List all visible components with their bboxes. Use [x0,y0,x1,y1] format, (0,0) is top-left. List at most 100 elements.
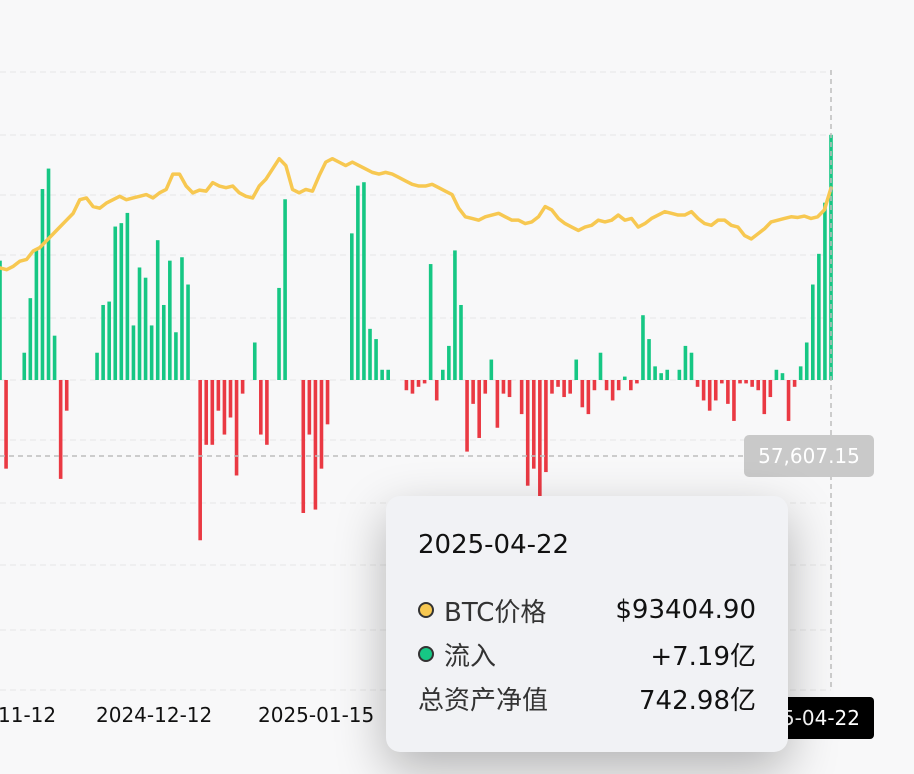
tooltip-label: BTC价格 [444,597,547,628]
inflow-bar-positive [659,373,663,380]
inflow-bar-positive [441,369,445,380]
inflow-bar-negative [319,380,324,469]
inflow-bar-positive [368,328,372,380]
inflow-bar-negative [501,380,506,394]
tooltip-value: $93404.90 [615,595,756,625]
inflow-bar-negative [768,380,773,398]
inflow-bar-negative [301,380,306,513]
inflow-bar-positive [780,373,785,380]
inflow-bar-negative [556,380,560,387]
inflow-bar-negative [422,380,427,384]
inflow-bar-negative [562,380,566,398]
inflow-bar-negative [610,380,615,401]
inflow-bar-positive [362,182,366,380]
crosshair-y-value-label: 57,607.15 [744,435,874,477]
inflow-bar-negative [738,380,742,384]
inflow-bar-negative [586,380,591,415]
inflow-bar-positive [40,189,45,380]
inflow-bar-positive [180,257,184,380]
inflow-bar-negative [550,380,554,394]
inflow-bar-positive [283,199,287,380]
inflow-bar-negative [695,380,700,387]
inflow-bar-positive [428,264,433,380]
inflow-bar-negative [234,380,239,476]
inflow-bar-negative [762,380,767,415]
inflow-bars [0,134,833,541]
inflow-bar-positive [683,345,688,380]
inflow-bar-negative [222,380,227,435]
inflow-bar-negative [198,380,202,541]
inflow-bar-negative [477,380,481,438]
inflow-bar-negative [701,380,706,401]
inflow-bar-negative [538,380,542,510]
inflow-bar-negative [580,380,585,408]
inflow-bar-positive [168,260,172,380]
inflow-bar-positive [131,325,136,380]
inflow-bar-positive [174,332,178,380]
inflow-bar-positive [665,369,670,380]
tooltip-row-price: BTC价格 $93404.90 [418,588,756,632]
tooltip-value: 742.98亿 [639,685,756,716]
chart-tooltip: 2025-04-22 BTC价格 $93404.90 流入 +7.19亿 总资产… [386,496,788,752]
inflow-bar-positive [252,342,257,380]
inflow-bar-negative [240,380,245,394]
inflow-bar-negative [707,380,712,411]
inflow-bar-negative [434,380,439,401]
inflow-bar-negative [416,380,421,387]
inflow-bar-negative [792,380,797,387]
x-tick-label: 11-12 [0,703,57,727]
inflow-bar-positive [28,298,33,380]
inflow-bar-positive [46,168,51,380]
inflow-bar-negative [604,380,609,391]
inflow-legend-dot-icon [418,646,434,662]
inflow-bar-negative [568,380,572,394]
inflow-bar-negative [265,380,269,445]
inflow-bar-positive [107,301,111,380]
inflow-bar-negative [307,380,312,435]
inflow-bar-positive [641,315,645,380]
inflow-bar-negative [726,380,730,404]
price-legend-dot-icon [418,602,434,618]
inflow-bar-negative [592,380,597,391]
inflow-bar-negative [495,380,500,428]
inflow-bar-negative [204,380,209,445]
inflow-bar-positive [186,284,190,380]
inflow-bar-positive [574,359,579,380]
inflow-bar-negative [410,380,415,394]
inflow-bar-positive [374,339,378,380]
inflow-bar-negative [58,380,63,479]
inflow-bar-negative [756,380,761,391]
inflow-bar-negative [629,380,633,391]
inflow-bar-positive [137,267,142,380]
tooltip-row-nav: 总资产净值 742.98亿 [418,676,756,720]
inflow-bar-positive [34,250,39,380]
inflow-bar-positive [113,226,118,380]
inflow-bar-negative [525,380,530,486]
inflow-bar-positive [677,369,682,380]
inflow-bar-positive [119,223,124,380]
inflow-bar-positive [647,339,651,380]
inflow-bar-positive [22,352,27,380]
tooltip-label: 流入 [444,641,497,672]
inflow-bar-positive [447,345,451,380]
inflow-bar-positive [823,202,827,380]
inflow-bar-positive [811,284,815,380]
tooltip-value: +7.19亿 [650,641,756,672]
inflow-bar-negative [786,380,791,421]
inflow-bar-positive [380,369,384,380]
inflow-bar-positive [622,376,627,380]
x-tick-label: 2024-12-12 [96,703,213,727]
tooltip-label: 总资产净值 [418,685,549,716]
inflow-bar-positive [277,287,281,380]
inflow-bar-positive [689,352,694,380]
inflow-bar-positive [598,352,603,380]
inflow-bar-positive [798,366,803,380]
inflow-bar-negative [64,380,69,411]
inflow-bar-negative [720,380,724,384]
inflow-bar-positive [95,352,99,380]
tooltip-date: 2025-04-22 [418,530,570,560]
inflow-bar-negative [471,380,475,404]
inflow-bar-negative [228,380,233,418]
inflow-bar-positive [161,304,166,380]
inflow-bar-positive [143,277,148,380]
